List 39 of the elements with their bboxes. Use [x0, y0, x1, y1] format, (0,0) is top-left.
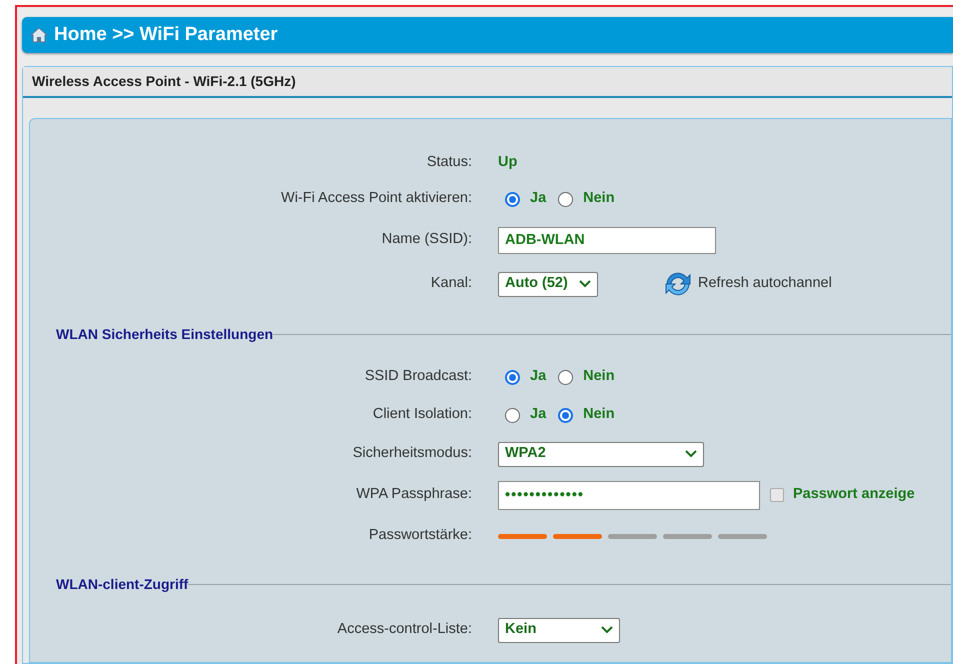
status-value: Up — [498, 153, 518, 172]
text-field[interactable]: ADB-WLAN — [498, 226, 716, 254]
radio-button[interactable] — [505, 192, 520, 206]
page-title: Home >> WiFi Parameter — [54, 22, 278, 47]
field-label: Wi-Fi Access Point aktivieren: — [281, 190, 472, 206]
chevron-down-icon — [601, 626, 613, 634]
radio-button[interactable] — [505, 408, 520, 422]
field-label: Access-control-Liste: — [337, 621, 472, 638]
field-label: Kanal: — [430, 275, 472, 292]
checkbox-label: Passwort anzeige — [793, 485, 915, 504]
section-heading: WLAN-client-Zugriff — [56, 574, 188, 594]
radio-button[interactable] — [505, 370, 520, 384]
radio-button[interactable] — [558, 370, 574, 384]
option-label: Nein — [583, 405, 615, 424]
refresh-link[interactable]: Refresh autochannel — [698, 273, 832, 295]
option-label: Ja — [530, 189, 546, 208]
checkbox[interactable] — [770, 488, 784, 502]
radio-button[interactable] — [558, 192, 574, 206]
option-label: Nein — [583, 189, 615, 208]
field-label: SSID Broadcast: — [364, 368, 472, 384]
field-label: Name (SSID): — [382, 231, 472, 248]
field-label: WPA Passphrase: — [356, 486, 472, 502]
field-label: Status: — [426, 154, 472, 170]
field-label: Passwortstärke: — [368, 527, 472, 544]
option-label: Ja — [530, 405, 546, 424]
option-label: Nein — [583, 367, 615, 386]
chevron-down-icon — [685, 450, 697, 458]
panel-title: Wireless Access Point - WiFi-2.1 (5GHz) — [32, 72, 296, 91]
option-label: Ja — [530, 367, 546, 386]
home-icon — [30, 27, 48, 43]
chevron-down-icon — [579, 280, 591, 288]
field-label: Sicherheitsmodus: — [352, 445, 472, 462]
dropdown[interactable]: Auto (52) — [498, 272, 598, 296]
radio-button[interactable] — [558, 408, 574, 422]
password-field[interactable]: ••••••••••••• — [498, 480, 760, 510]
field-label: Client Isolation: — [372, 406, 472, 422]
section-heading: WLAN Sicherheits Einstellungen — [56, 324, 274, 344]
dropdown[interactable]: WPA2 — [498, 442, 704, 466]
dropdown[interactable]: Kein — [498, 618, 620, 642]
